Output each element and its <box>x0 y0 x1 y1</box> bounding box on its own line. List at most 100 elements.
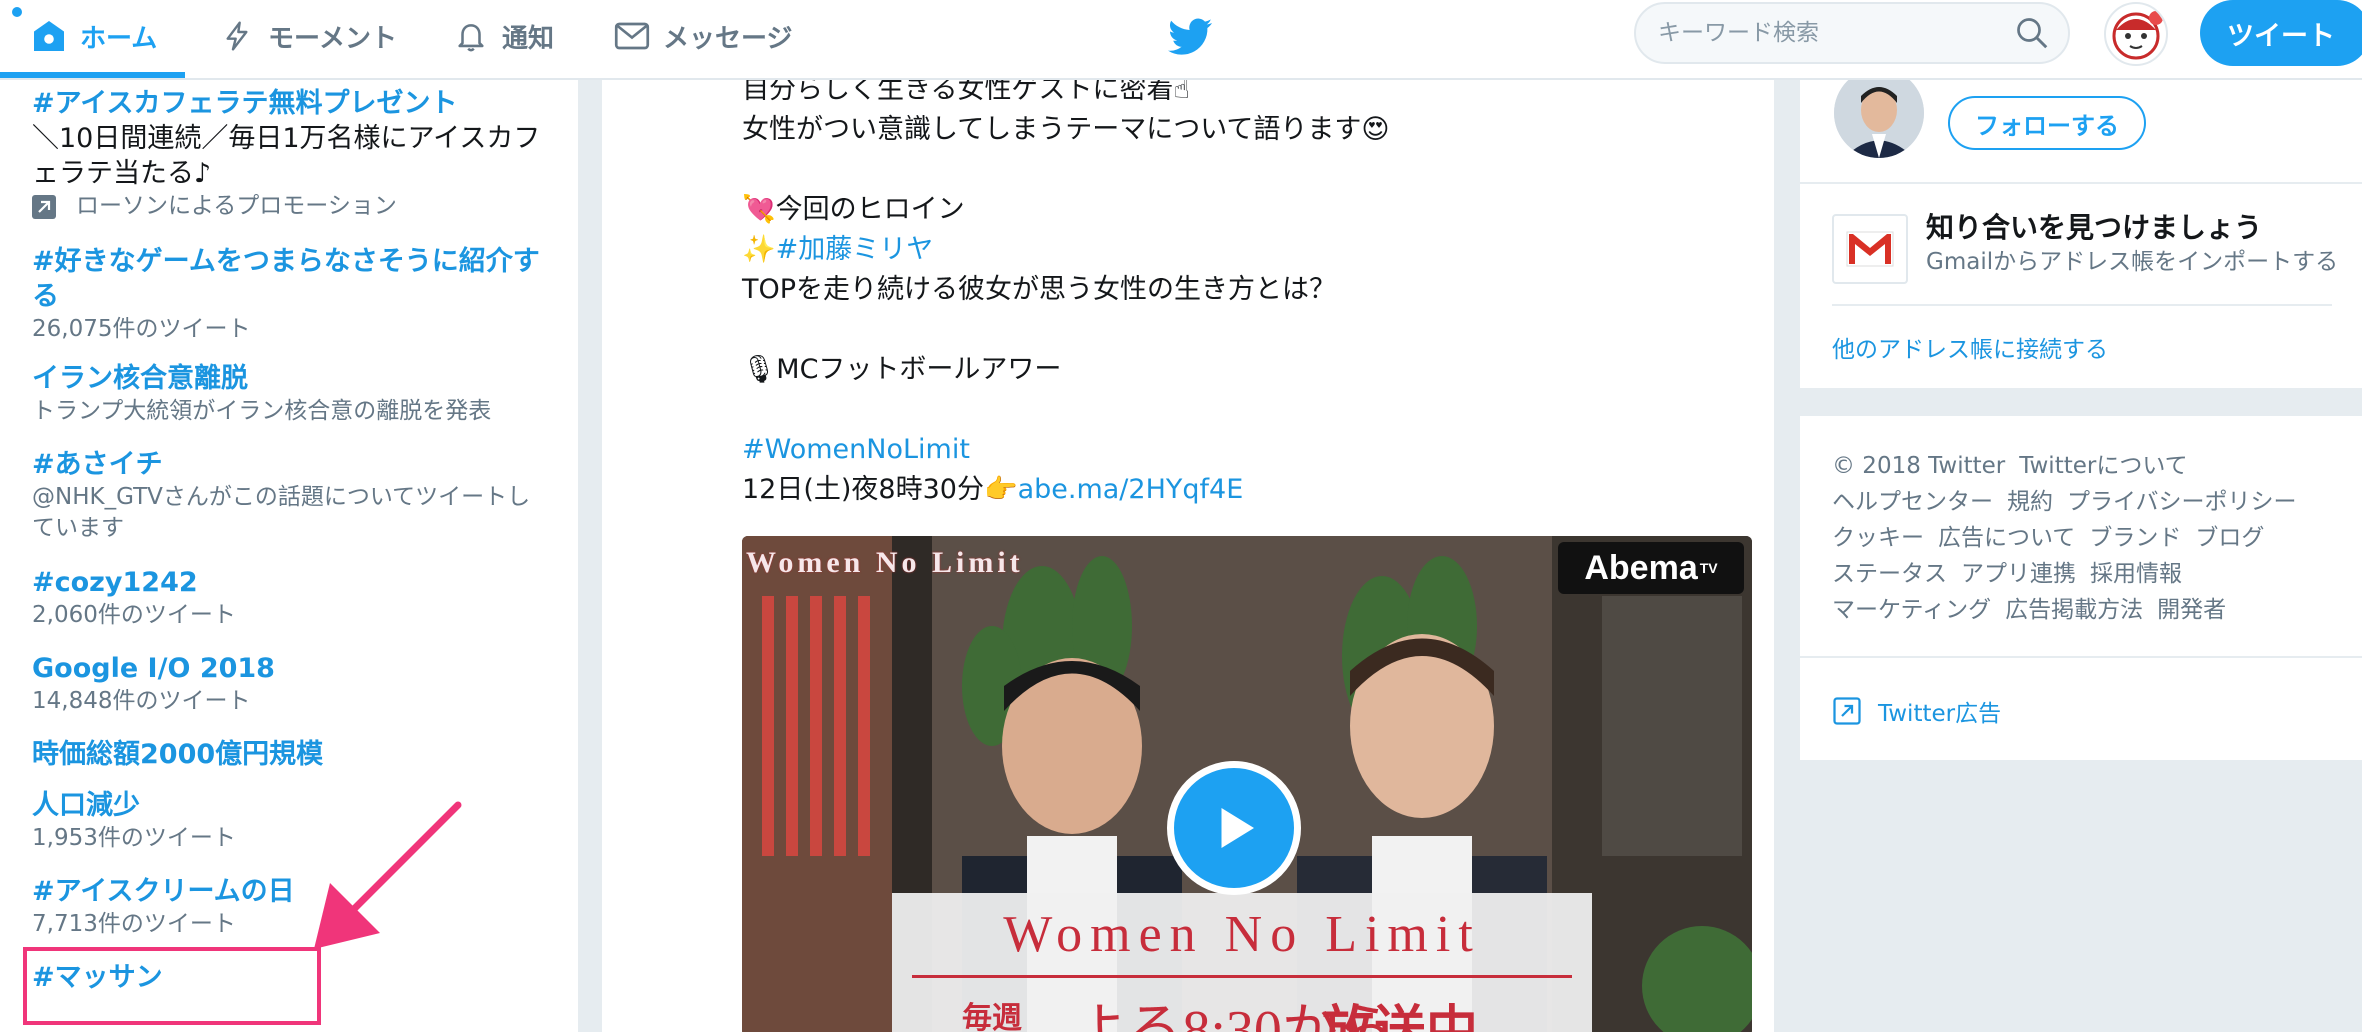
banner-divider <box>912 975 1572 978</box>
hashtag-link[interactable]: #WomenNoLimit <box>742 434 970 465</box>
nav-notifications[interactable]: 通知 <box>452 0 554 72</box>
footer-link[interactable]: 広告掲載方法 <box>2005 597 2143 623</box>
footer-link[interactable]: ステータス <box>1832 561 1947 587</box>
tweet-text-line: 女性がつい意識してしまうテーマについて語ります😍 <box>742 114 1390 145</box>
other-addressbook-link[interactable]: 他のアドレス帳に接続する <box>1832 330 2108 364</box>
banner-onair: 放送中 <box>1322 1001 1479 1032</box>
footer-row: ヘルプセンター 規約 プライバシーポリシー <box>1832 482 2311 516</box>
trend-item[interactable]: #アイスカフェラテ無料プレゼント ＼10日間連続／毎日1万名様にアイスカフェラテ… <box>32 86 552 222</box>
banner-weekly: 毎週 <box>962 1001 1022 1032</box>
active-tab-indicator <box>0 72 185 78</box>
nav-home-label: ホーム <box>80 23 158 54</box>
highlight-annotation-box <box>23 947 321 1025</box>
nav-moments-label: モーメント <box>268 23 397 54</box>
trend-name[interactable]: 人口減少 <box>32 788 552 823</box>
tweet-text-line: 🎙MCフットボールアワー <box>742 354 1062 385</box>
gmail-icon <box>1832 214 1908 284</box>
nav-moments[interactable]: モーメント <box>218 0 397 72</box>
nav-messages-label: メッセージ <box>663 23 793 54</box>
abema-logo-sup: TV <box>1699 560 1718 576</box>
tweet-text-line: 自分らしく生きる女性ゲストに密着☝ <box>742 78 1190 105</box>
twitter-ads-link[interactable]: Twitter広告 <box>1832 694 2001 728</box>
promoted-by: ローソンによるプロモーション <box>76 193 397 219</box>
trend-count: 14,848件のツイート <box>32 688 251 714</box>
top-navigation: ホーム モーメント 通知 メッセージ ツイート <box>0 0 2362 80</box>
video-player[interactable]: Women No Limit Abema TV Women No Limit 毎週… <box>742 536 1752 1032</box>
tweet-text-line: TOPを走り続ける彼女が思う女性の生き方とは？ <box>742 274 1337 305</box>
abema-logo: Abema TV <box>1558 542 1744 594</box>
trend-count: 1,953件のツイート <box>32 825 236 851</box>
footer-link[interactable]: プライバシーポリシー <box>2067 489 2297 515</box>
trend-context: トランプ大統領がイラン核合意の離脱を発表 <box>32 398 492 424</box>
divider <box>1800 182 2362 184</box>
twitter-ads-label: Twitter広告 <box>1878 701 2002 727</box>
external-link-icon <box>1833 697 1861 725</box>
trend-item[interactable]: #あさイチ @NHK_GTVさんがこの話題についてツイートしています <box>32 447 552 544</box>
tweet-text-line: 💘今回のヒロイン <box>742 194 965 225</box>
footer-link[interactable]: アプリ連携 <box>1961 561 2076 587</box>
trend-name[interactable]: #アイスカフェラテ無料プレゼント <box>32 86 552 121</box>
footer-link[interactable]: ブランド <box>2089 525 2181 551</box>
trend-context: @NHK_GTVさんがこの話題についてツイートしています <box>32 484 531 541</box>
abema-logo-text: Abema <box>1584 548 1698 587</box>
search-input[interactable] <box>1636 19 2014 47</box>
footer-link[interactable]: 規約 <box>2007 489 2053 515</box>
trend-name[interactable]: #cozy1242 <box>32 565 552 600</box>
search-box[interactable] <box>1634 2 2070 64</box>
lightning-icon <box>218 17 256 55</box>
tweet-schedule: 12日(土)夜8時30分👉 <box>742 474 1018 505</box>
trend-name[interactable]: 時価総額2000億円規模 <box>32 737 552 772</box>
trend-item[interactable]: イラン核合意離脱 トランプ大統領がイラン核合意の離脱を発表 <box>32 361 552 427</box>
nav-notifications-label: 通知 <box>502 23 555 54</box>
hashtag-link[interactable]: #加藤ミリヤ <box>776 234 934 265</box>
trend-count: 7,713件のツイート <box>32 911 236 937</box>
footer-link[interactable]: 広告について <box>1938 525 2075 551</box>
nav-home[interactable]: ホーム <box>30 0 157 72</box>
trend-item[interactable]: #cozy1242 2,060件のツイート <box>32 565 552 631</box>
trend-name[interactable]: #好きなゲームをつまらなさそうに紹介する <box>32 244 552 314</box>
trend-name[interactable]: イラン核合意離脱 <box>32 361 552 396</box>
promoted-icon <box>32 194 56 219</box>
tweet-text-line: 12日(土)夜8時30分👉abe.ma/2HYqf4E <box>742 472 1243 508</box>
suggested-user-avatar[interactable] <box>1834 68 1924 158</box>
tweet-text-line: ✨#加藤ミリヤ <box>742 232 933 268</box>
footer-link[interactable]: マーケティング <box>1832 597 1991 623</box>
footer-link[interactable]: Twitterについて <box>2019 453 2187 479</box>
footer-row: ステータス アプリ連携 採用情報 <box>1832 554 2196 588</box>
banner-title: Women No Limit <box>1003 906 1481 963</box>
ads-card: Twitter広告 <box>1800 656 2362 760</box>
video-banner: Women No Limit 毎週 よる8:30から 放送中 <box>892 893 1592 1032</box>
short-url-link[interactable]: abe.ma/2HYqf4E <box>1018 474 1244 505</box>
footer-link[interactable]: クッキー <box>1832 525 1924 551</box>
trend-item[interactable]: Google I/O 2018 14,848件のツイート <box>32 651 552 717</box>
gmail-import-link[interactable]: Gmailからアドレス帳をインポートする <box>1926 242 2338 276</box>
trend-item[interactable]: 人口減少 1,953件のツイート <box>32 788 552 854</box>
trend-item[interactable]: #アイスクリームの日 7,713件のツイート <box>32 874 552 940</box>
play-button[interactable] <box>1167 761 1301 895</box>
envelope-icon <box>613 17 651 55</box>
follow-button[interactable]: フォローする <box>1948 96 2146 150</box>
tweet-text-line: #WomenNoLimit <box>742 432 970 468</box>
bell-icon <box>452 17 490 55</box>
trend-item[interactable]: 時価総額2000億円規模 <box>32 737 552 772</box>
trend-item[interactable]: #好きなゲームをつまらなさそうに紹介する 26,075件のツイート <box>32 244 552 345</box>
right-sidebar-card: フォローする 知り合いを見つけましょう Gmailからアドレス帳をインポートする… <box>1800 68 2362 388</box>
trend-name[interactable]: #あさイチ <box>32 447 552 482</box>
trend-name[interactable]: #アイスクリームの日 <box>32 874 552 909</box>
tweet-button[interactable]: ツイート <box>2200 0 2362 66</box>
nav-messages[interactable]: メッセージ <box>613 0 792 72</box>
footer-link[interactable]: ブログ <box>2195 525 2264 551</box>
footer-link[interactable]: 採用情報 <box>2090 561 2182 587</box>
search-icon[interactable] <box>2014 15 2050 51</box>
trend-count: 26,075件のツイート <box>32 316 251 342</box>
sparkle-emoji: ✨ <box>742 234 776 265</box>
twitter-bird-icon[interactable] <box>1166 12 1214 60</box>
trend-name[interactable]: Google I/O 2018 <box>32 651 552 686</box>
trends-panel: #アイスカフェラテ無料プレゼント ＼10日間連続／毎日1万名様にアイスカフェラテ… <box>0 78 578 1032</box>
annotation-arrow-icon <box>314 801 462 949</box>
footer-link[interactable]: 開発者 <box>2157 597 2226 623</box>
profile-avatar[interactable] <box>2104 2 2168 66</box>
divider <box>1832 304 2332 306</box>
footer-link[interactable]: ヘルプセンター <box>1832 489 1993 515</box>
find-friends-title: 知り合いを見つけましょう <box>1926 211 2263 244</box>
